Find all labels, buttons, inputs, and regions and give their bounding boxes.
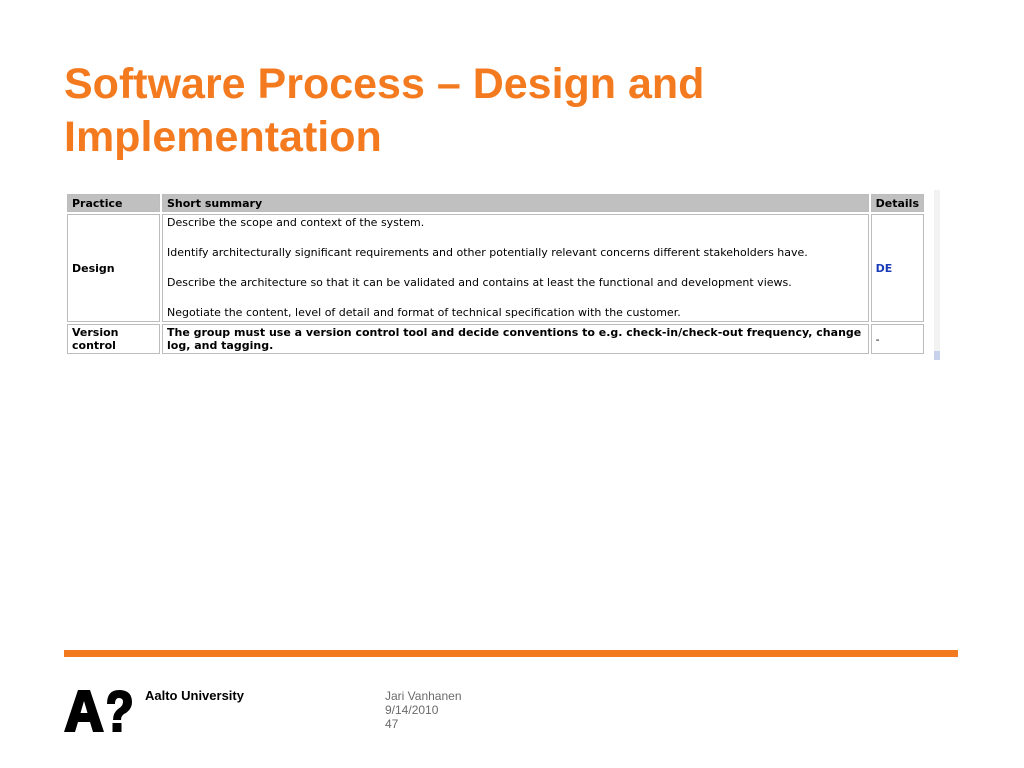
university-name: Aalto University [145, 688, 244, 703]
summary-line: Identify architecturally significant req… [167, 246, 808, 259]
details-cell-design: DE [870, 214, 924, 322]
footer-page-number: 47 [385, 717, 399, 731]
summary-line: Describe the architecture so that it can… [167, 276, 792, 289]
summary-cell-design: Describe the scope and context of the sy… [162, 214, 869, 322]
slide-title: Software Process – Design and Implementa… [64, 60, 705, 161]
summary-line: Describe the scope and context of the sy… [167, 216, 425, 229]
scrollbar-thumb[interactable] [934, 351, 940, 360]
summary-cell-version-control: The group must use a version control too… [162, 324, 869, 354]
table-row-version-control: Version control The group must use a ver… [67, 324, 924, 354]
practices-table: Practice Short summary Details Design De… [65, 192, 926, 356]
footer-date: 9/14/2010 [385, 703, 439, 717]
summary-line: Negotiate the content, level of detail a… [167, 306, 681, 319]
footer-divider [64, 650, 958, 657]
footer-info: Jari Vanhanen 9/14/2010 47 [385, 689, 462, 731]
details-link-de[interactable]: DE [876, 262, 893, 275]
header-details: Details [870, 194, 924, 212]
practice-cell-version-control: Version control [67, 324, 160, 354]
aalto-logo [64, 690, 132, 732]
practices-table-container: Practice Short summary Details Design De… [65, 192, 926, 356]
table-row-design: Design Describe the scope and context of… [67, 214, 924, 322]
scrollbar[interactable] [934, 190, 940, 360]
header-short-summary: Short summary [162, 194, 869, 212]
practice-cell-design: Design [67, 214, 160, 322]
table-header-row: Practice Short summary Details [67, 194, 924, 212]
footer-author: Jari Vanhanen [385, 689, 462, 703]
header-practice: Practice [67, 194, 160, 212]
details-cell-version-control: - [870, 324, 924, 354]
